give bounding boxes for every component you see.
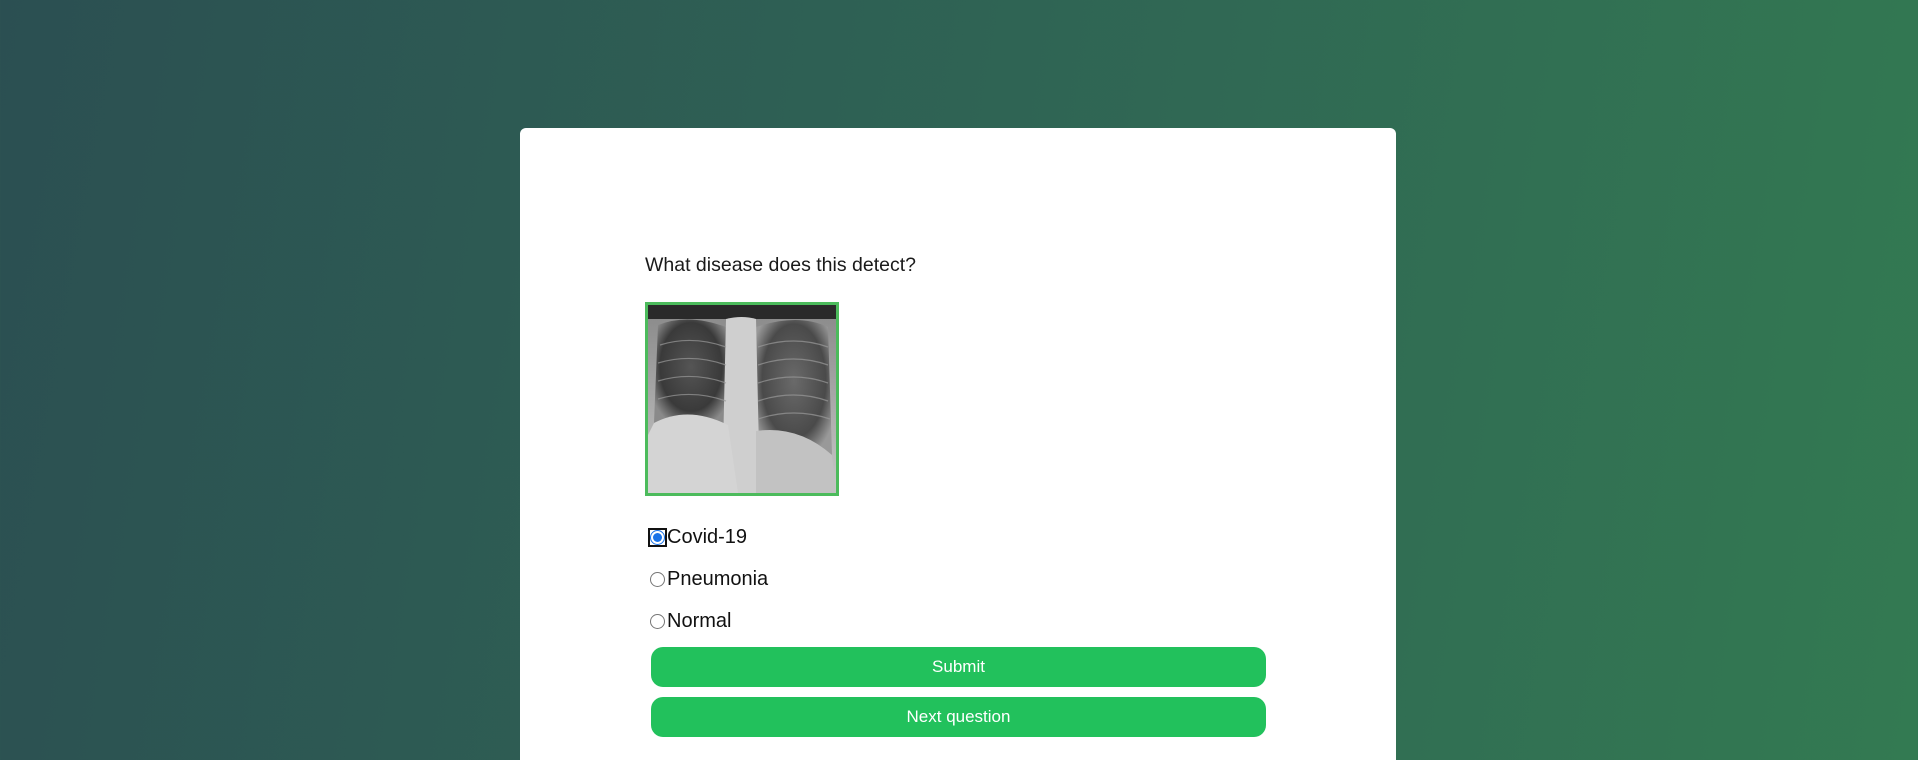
chest-xray-image	[645, 302, 839, 496]
option-label: Normal	[667, 609, 732, 632]
answer-options: Covid-19 Pneumonia Normal	[648, 516, 768, 642]
radio-pneumonia[interactable]	[650, 571, 665, 587]
option-normal[interactable]: Normal	[650, 600, 768, 642]
option-covid-19[interactable]: Covid-19	[648, 516, 768, 558]
option-label: Covid-19	[667, 525, 748, 548]
radio-covid-19[interactable]	[648, 527, 667, 547]
next-question-button[interactable]: Next question	[651, 697, 1266, 737]
quiz-card: What disease does this detect? Covid-19 …	[520, 128, 1396, 760]
option-pneumonia[interactable]: Pneumonia	[650, 558, 768, 600]
question-text: What disease does this detect?	[645, 254, 916, 276]
submit-button[interactable]: Submit	[651, 647, 1266, 687]
radio-normal[interactable]	[650, 613, 665, 629]
option-label: Pneumonia	[667, 567, 769, 590]
